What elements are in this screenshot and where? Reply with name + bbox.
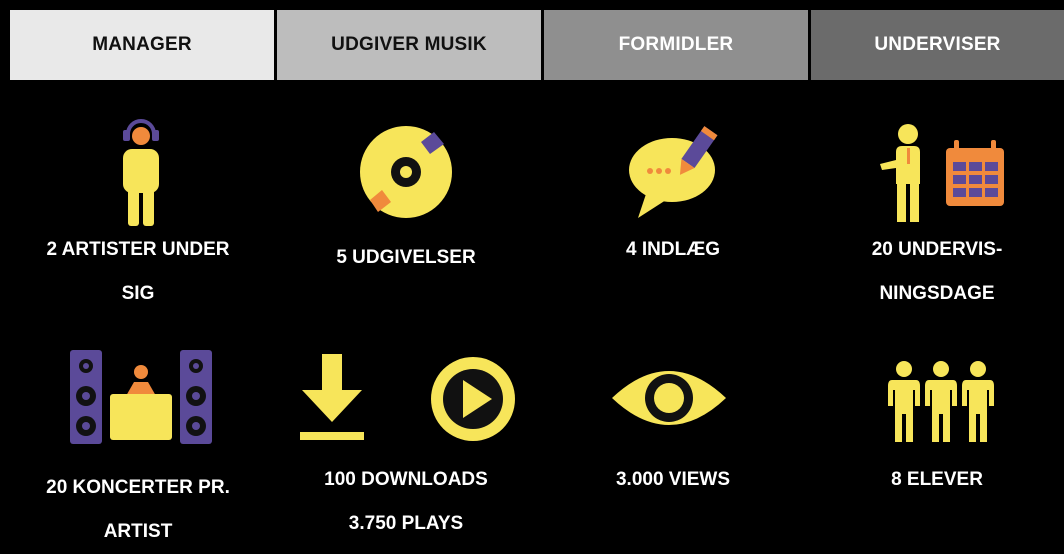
tab-udgiver-musik[interactable]: UDGIVER MUSIK — [277, 10, 541, 80]
stat-views: 3.000 VIEWS — [615, 469, 731, 490]
stat-manager-artists: 2 ARTISTER UNDER SIG — [46, 239, 230, 304]
stat-students: 8 ELEVER — [891, 469, 983, 490]
tab-formidler[interactable]: FORMIDLER — [544, 10, 808, 80]
eye-icon — [612, 371, 726, 425]
vinyl-record-icon — [360, 126, 452, 218]
students-group-icon — [888, 361, 994, 442]
play-icon — [431, 357, 515, 441]
stat-downloads-plays: 100 DOWNLOADS 3.750 PLAYS — [276, 458, 536, 546]
stat-releases: 5 UDGIVELSER — [336, 247, 476, 268]
stat-posts: 4 INDLÆG — [626, 239, 720, 260]
stat-plays: 3.750 PLAYS — [348, 513, 464, 534]
download-icon — [300, 354, 364, 440]
role-tabs: MANAGER UDGIVER MUSIK FORMIDLER UNDERVIS… — [10, 10, 1064, 80]
dj-speakers-icon — [70, 350, 212, 444]
stat-teaching-days: 20 UNDERVIS- NINGSDAGE — [871, 239, 1003, 304]
stat-concerts: 20 KONCERTER PR. ARTIST — [46, 477, 230, 542]
tab-manager[interactable]: MANAGER — [10, 10, 274, 80]
speech-bubble-pencil-icon — [629, 126, 718, 218]
stat-downloads: 100 DOWNLOADS — [324, 469, 488, 490]
headphones-person-icon — [123, 119, 159, 226]
tab-underviser[interactable]: UNDERVISER — [811, 10, 1064, 80]
teacher-calendar-icon — [880, 124, 1004, 222]
